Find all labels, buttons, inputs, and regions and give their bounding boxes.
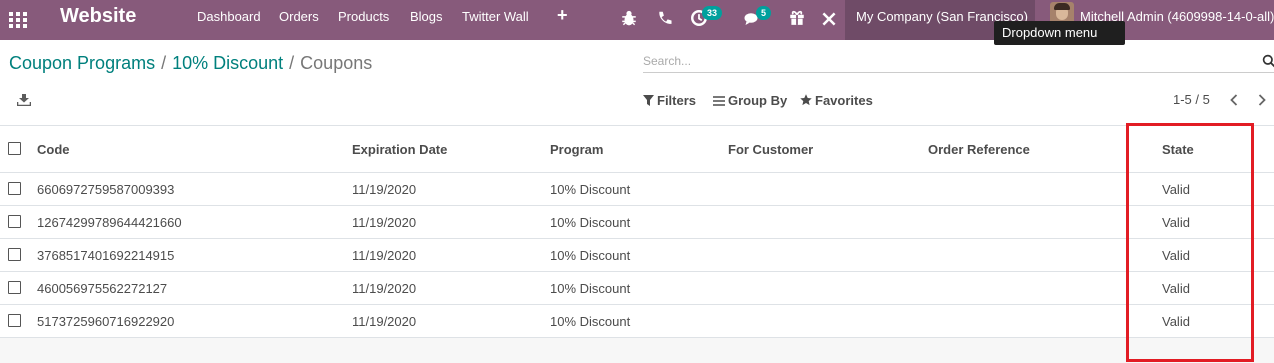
phone-icon[interactable]	[656, 10, 674, 28]
bug-icon[interactable]	[620, 9, 638, 27]
search-bar	[643, 49, 1274, 73]
list-footer	[0, 338, 1274, 363]
coupons-list: Code Expiration Date Program For Custome…	[0, 125, 1274, 338]
row-checkbox[interactable]	[8, 248, 21, 261]
download-icon[interactable]	[17, 94, 31, 106]
table-row[interactable]: 3768517401692214915 11/19/2020 10% Disco…	[0, 239, 1274, 272]
column-header-order-reference[interactable]: Order Reference	[928, 142, 1030, 157]
cell-code: 5173725960716922920	[37, 314, 175, 329]
table-row[interactable]: 12674299789644421660 11/19/2020 10% Disc…	[0, 206, 1274, 239]
search-input[interactable]	[643, 52, 1243, 70]
breadcrumb: Coupon Programs/10% Discount / Coupons	[9, 53, 372, 74]
menu-dashboard[interactable]: Dashboard	[197, 9, 261, 24]
group-by-label: Group By	[728, 93, 788, 108]
favorites-label: Favorites	[815, 93, 873, 108]
cell-code: 6606972759587009393	[37, 182, 175, 197]
column-header-code[interactable]: Code	[37, 142, 70, 157]
tooltip: Dropdown menu	[994, 21, 1125, 45]
tools-icon[interactable]	[820, 10, 838, 28]
breadcrumb-coupon-programs[interactable]: Coupon Programs	[9, 53, 155, 73]
app-name[interactable]: Website	[60, 5, 136, 28]
cell-expiration-date: 11/19/2020	[352, 314, 417, 329]
chevron-left-icon[interactable]	[1229, 94, 1239, 106]
column-header-program[interactable]: Program	[550, 142, 603, 157]
menu-products[interactable]: Products	[338, 9, 389, 24]
row-checkbox[interactable]	[8, 182, 21, 195]
row-checkbox[interactable]	[8, 281, 21, 294]
group-by-button[interactable]: Group By	[713, 93, 787, 108]
table-header: Code Expiration Date Program For Custome…	[0, 126, 1274, 173]
search-icon[interactable]	[1262, 54, 1274, 68]
cell-program: 10% Discount	[550, 248, 631, 263]
cell-expiration-date: 11/19/2020	[352, 281, 417, 296]
star-icon	[800, 94, 812, 106]
breadcrumb-separator: /	[161, 53, 167, 73]
apps-grid-icon[interactable]	[7, 10, 29, 30]
table-row[interactable]: 6606972759587009393 11/19/2020 10% Disco…	[0, 173, 1274, 206]
filters-button[interactable]: Filters	[643, 93, 696, 108]
table-row[interactable]: 5173725960716922920 11/19/2020 10% Disco…	[0, 305, 1274, 338]
column-header-expiration-date[interactable]: Expiration Date	[352, 142, 447, 157]
cell-program: 10% Discount	[550, 182, 631, 197]
cell-expiration-date: 11/19/2020	[352, 215, 417, 230]
breadcrumb-program[interactable]: 10% Discount	[172, 53, 283, 73]
chevron-right-icon[interactable]	[1257, 94, 1267, 106]
pager-value[interactable]: 1-5 / 5	[1173, 92, 1210, 107]
row-checkbox[interactable]	[8, 314, 21, 327]
funnel-icon	[643, 95, 654, 106]
plus-icon[interactable]: +	[557, 5, 568, 26]
cell-program: 10% Discount	[550, 215, 631, 230]
cell-code: 460056975562272127	[37, 281, 168, 296]
select-all-checkbox[interactable]	[8, 142, 21, 155]
cell-program: 10% Discount	[550, 281, 631, 296]
menu-twitter-wall[interactable]: Twitter Wall	[462, 9, 529, 24]
gift-icon[interactable]	[788, 8, 806, 26]
bars-icon	[713, 96, 725, 106]
cell-code: 3768517401692214915	[37, 248, 175, 263]
activity-badge: 33	[702, 6, 723, 20]
row-checkbox[interactable]	[8, 215, 21, 228]
filters-label: Filters	[657, 93, 697, 108]
breadcrumb-separator: /	[289, 53, 295, 73]
messages-badge: 5	[756, 6, 772, 20]
page-title: Coupons	[300, 53, 373, 73]
cell-program: 10% Discount	[550, 314, 631, 329]
column-header-for-customer[interactable]: For Customer	[728, 142, 813, 157]
cell-expiration-date: 11/19/2020	[352, 248, 417, 263]
menu-blogs[interactable]: Blogs	[410, 9, 443, 24]
menu-orders[interactable]: Orders	[279, 9, 319, 24]
state-column-highlight	[1126, 123, 1254, 362]
table-row[interactable]: 460056975562272127 11/19/2020 10% Discou…	[0, 272, 1274, 305]
cell-code: 12674299789644421660	[37, 215, 182, 230]
cell-expiration-date: 11/19/2020	[352, 182, 417, 197]
favorites-button[interactable]: Favorites	[800, 93, 873, 108]
